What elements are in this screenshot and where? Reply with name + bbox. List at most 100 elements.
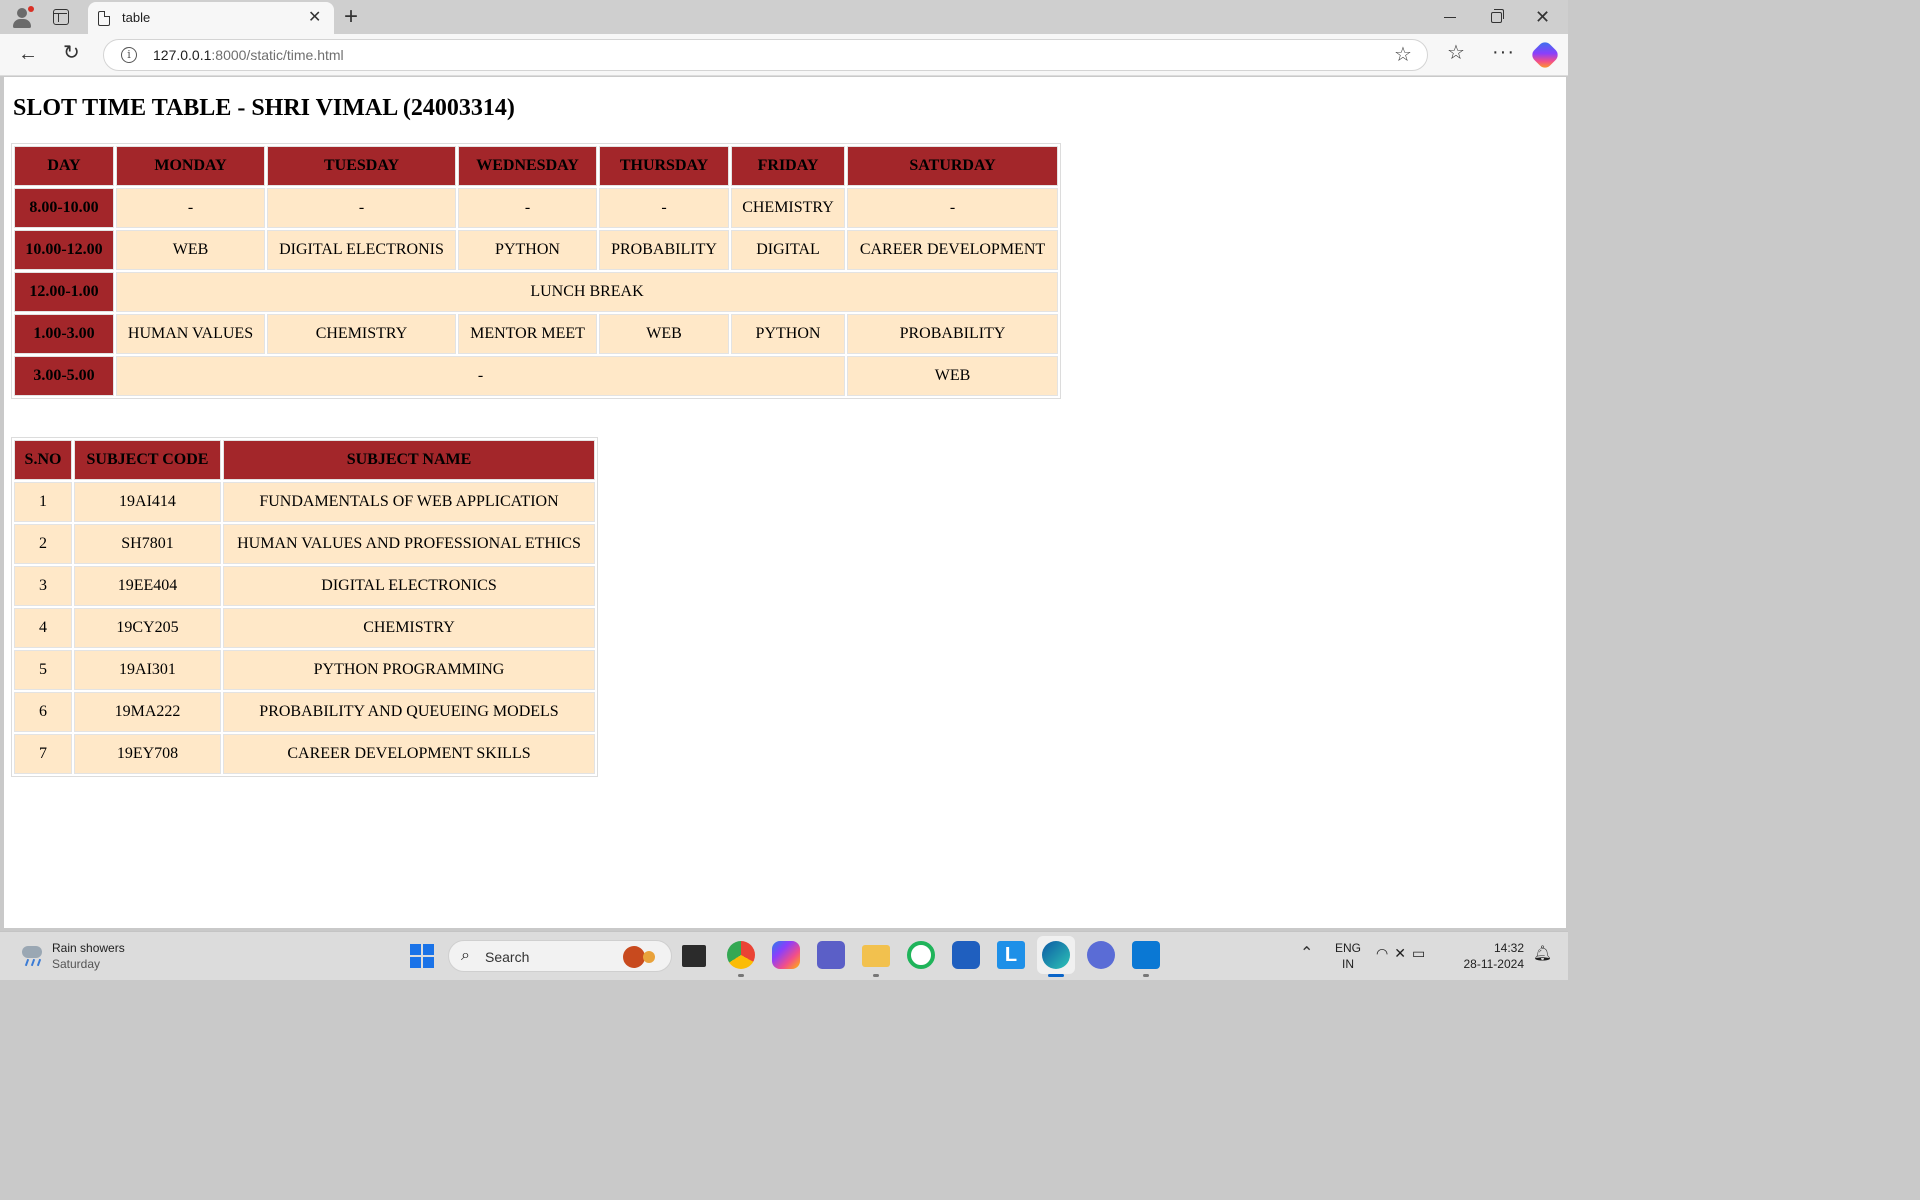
timetable-cell: - — [458, 188, 597, 228]
restore-icon[interactable] — [1491, 9, 1504, 23]
timetable-row: 1.00-3.00 HUMAN VALUES CHEMISTRY MENTOR … — [14, 314, 1058, 354]
back-arrow-icon[interactable]: ← — [18, 42, 38, 66]
window-close-icon[interactable]: ✕ — [1535, 5, 1550, 29]
timetable-cell: PROBABILITY — [847, 314, 1058, 354]
subject-row: 6 19MA222 PROBABILITY AND QUEUEING MODEL… — [14, 692, 595, 732]
copilot-app-icon[interactable] — [772, 941, 800, 969]
subject-name: CAREER DEVELOPMENT SKILLS — [223, 734, 595, 774]
timetable-cell: WEB — [116, 230, 265, 270]
subject-code: 19MA222 — [74, 692, 221, 732]
subject-code: 19EY708 — [74, 734, 221, 774]
header-wednesday: WEDNESDAY — [458, 146, 597, 186]
minimize-icon[interactable] — [1444, 17, 1456, 18]
browser-tab-active[interactable]: table ✕ — [88, 2, 334, 34]
chevron-up-icon[interactable]: ⌃ — [1300, 944, 1313, 964]
system-tray-icons[interactable]: ◠✕▭ — [1376, 945, 1431, 962]
address-bar[interactable]: i 127.0.0.1:8000/static/time.html ☆ — [103, 39, 1428, 71]
header-subject-code: SUBJECT CODE — [74, 440, 221, 480]
subject-sno: 4 — [14, 608, 72, 648]
search-highlight-dot — [643, 951, 655, 963]
subject-sno: 5 — [14, 650, 72, 690]
tab-actions-icon[interactable] — [53, 9, 69, 25]
favorites-icon[interactable]: ☆ — [1447, 41, 1465, 65]
task-view-icon[interactable] — [682, 945, 706, 967]
subject-name: PROBABILITY AND QUEUEING MODELS — [223, 692, 595, 732]
store-icon[interactable] — [952, 941, 980, 969]
edge-icon[interactable] — [1042, 941, 1070, 969]
l-app-icon[interactable]: L — [997, 941, 1025, 969]
timetable-cell: PROBABILITY — [599, 230, 729, 270]
subject-sno: 6 — [14, 692, 72, 732]
clock[interactable]: 14:32 28-11-2024 — [1452, 940, 1525, 972]
subject-row: 4 19CY205 CHEMISTRY — [14, 608, 595, 648]
subject-code: 19AI301 — [74, 650, 221, 690]
lunch-break-cell: LUNCH BREAK — [116, 272, 1058, 312]
teams-icon[interactable] — [817, 941, 845, 969]
taskbar-search[interactable]: ⌕ Search — [448, 940, 672, 972]
subject-code: 19AI414 — [74, 482, 221, 522]
copilot-icon[interactable] — [1529, 39, 1561, 71]
notification-bell-icon[interactable]: 🔔︎ — [1533, 945, 1552, 963]
timetable-cell: - — [267, 188, 456, 228]
taskbar: Rain showers Saturday ⌕ Search L ⌃ ENG I… — [0, 931, 1568, 980]
subject-name: DIGITAL ELECTRONICS — [223, 566, 595, 606]
rain-weather-icon[interactable] — [20, 943, 46, 969]
header-friday: FRIDAY — [731, 146, 845, 186]
timetable-header-row: DAY MONDAY TUESDAY WEDNESDAY THURSDAY FR… — [14, 146, 1058, 186]
file-explorer-icon[interactable] — [862, 945, 890, 967]
header-saturday: SATURDAY — [847, 146, 1058, 186]
weather-widget[interactable]: Rain showers Saturday — [52, 940, 125, 972]
running-indicator — [873, 974, 879, 977]
running-indicator — [1143, 974, 1149, 977]
subject-row: 3 19EE404 DIGITAL ELECTRONICS — [14, 566, 595, 606]
header-thursday: THURSDAY — [599, 146, 729, 186]
subject-row: 7 19EY708 CAREER DEVELOPMENT SKILLS — [14, 734, 595, 774]
reload-icon[interactable]: ↻ — [63, 41, 80, 65]
timetable-cell: HUMAN VALUES — [116, 314, 265, 354]
subject-name: HUMAN VALUES AND PROFESSIONAL ETHICS — [223, 524, 595, 564]
time-slot: 10.00-12.00 — [14, 230, 114, 270]
subject-row: 1 19AI414 FUNDAMENTALS OF WEB APPLICATIO… — [14, 482, 595, 522]
timetable-row: 8.00-10.00 - - - - CHEMISTRY - — [14, 188, 1058, 228]
language-indicator[interactable]: ENG IN — [1334, 940, 1362, 972]
blue-app-icon[interactable] — [1087, 941, 1115, 969]
header-tuesday: TUESDAY — [267, 146, 456, 186]
page-icon — [98, 11, 110, 26]
timetable-cell: CAREER DEVELOPMENT — [847, 230, 1058, 270]
vscode-icon[interactable] — [1132, 941, 1160, 969]
timetable-cell: WEB — [847, 356, 1058, 396]
site-info-icon[interactable]: i — [121, 47, 137, 63]
timetable-cell: - — [599, 188, 729, 228]
page-content: SLOT TIME TABLE - SHRI VIMAL (24003314) … — [4, 77, 1566, 928]
green-app-icon[interactable] — [907, 941, 935, 969]
subjects-table: S.NO SUBJECT CODE SUBJECT NAME 1 19AI414… — [11, 437, 598, 777]
subject-code: SH7801 — [74, 524, 221, 564]
timetable-cell: PYTHON — [731, 314, 845, 354]
clock-date: 28-11-2024 — [1463, 957, 1525, 971]
tab-title: table — [122, 10, 151, 25]
windows-start-icon[interactable] — [410, 944, 434, 968]
header-sno: S.NO — [14, 440, 72, 480]
url-text[interactable]: 127.0.0.1:8000/static/time.html — [153, 47, 344, 63]
timetable-row: 12.00-1.00 LUNCH BREAK — [14, 272, 1058, 312]
close-tab-icon[interactable]: ✕ — [308, 8, 321, 28]
running-indicator — [738, 974, 744, 977]
timetable-cell: DIGITAL ELECTRONIS — [267, 230, 456, 270]
subject-name: PYTHON PROGRAMMING — [223, 650, 595, 690]
url-path: :8000/static/time.html — [211, 47, 344, 63]
subject-name: CHEMISTRY — [223, 608, 595, 648]
header-subject-name: SUBJECT NAME — [223, 440, 595, 480]
language-code: ENG — [1334, 941, 1361, 955]
timetable-row: 10.00-12.00 WEB DIGITAL ELECTRONIS PYTHO… — [14, 230, 1058, 270]
weather-title: Rain showers — [52, 941, 125, 955]
timetable-cell: - — [116, 188, 265, 228]
new-tab-icon[interactable]: + — [344, 3, 358, 31]
browser-tab-bar: table ✕ + ✕ — [0, 0, 1568, 34]
more-options-icon[interactable]: ··· — [1492, 40, 1515, 64]
search-highlight-icon — [623, 946, 645, 968]
chrome-icon[interactable] — [727, 941, 755, 969]
subject-row: 2 SH7801 HUMAN VALUES AND PROFESSIONAL E… — [14, 524, 595, 564]
profile-icon[interactable] — [10, 5, 34, 29]
browser-toolbar: ← ↻ i 127.0.0.1:8000/static/time.html ☆ … — [0, 34, 1568, 76]
favorite-star-icon[interactable]: ☆ — [1394, 43, 1412, 67]
